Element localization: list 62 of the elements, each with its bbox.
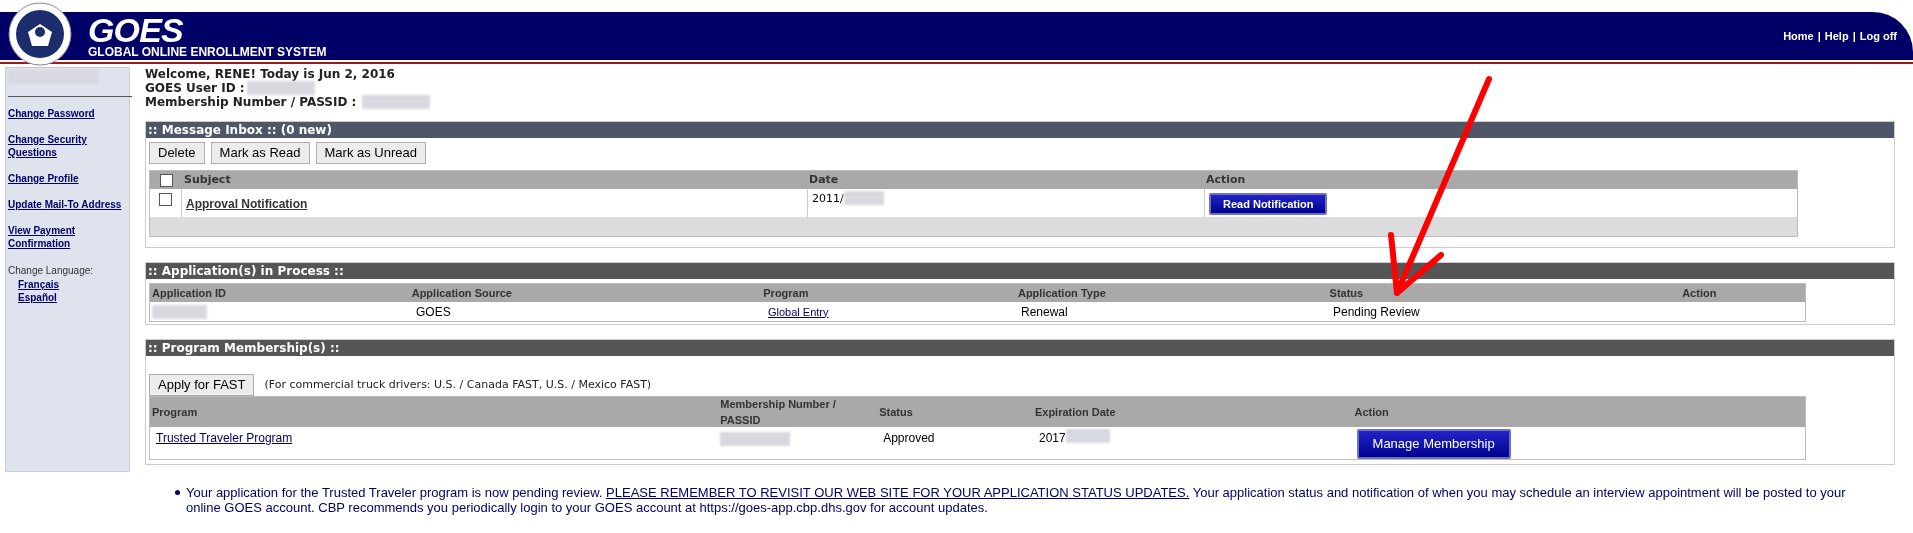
- column-header: Action: [1353, 404, 1390, 420]
- section-header: :: Message Inbox :: (0 new): [146, 122, 1894, 138]
- nav-link[interactable]: Home: [1783, 27, 1814, 45]
- checkbox[interactable]: [159, 193, 172, 206]
- application-status: Pending Review: [1333, 304, 1420, 319]
- program-link[interactable]: Trusted Traveler Program: [156, 431, 293, 445]
- redacted-value: [362, 95, 431, 109]
- redacted-value: [843, 191, 884, 205]
- toolbar-button[interactable]: Mark as Unread: [315, 142, 426, 164]
- redacted-value: [152, 305, 207, 320]
- checkbox[interactable]: [159, 173, 173, 187]
- redacted-value: [246, 81, 315, 95]
- nav-link[interactable]: Help: [1824, 27, 1849, 45]
- column-header: Application Type: [1016, 285, 1107, 301]
- membership-status: Approved: [883, 431, 935, 445]
- section-header: :: Program Membership(s) ::: [146, 340, 1894, 356]
- redacted-value: [720, 431, 791, 446]
- sidebar-link[interactable]: Change Security Questions: [8, 133, 127, 159]
- column-header: Status: [878, 404, 914, 420]
- separator: |: [1852, 28, 1856, 44]
- status-notice: Your application for the Trusted Traveler program is now pending review. PLEASE REMEMBER TO REVISIT OUR WEB SITE FOR YOUR APPLICATION STATUS UPDATES. Your application status and notification of when you may schedule an interview appointment will be posted to your online GOES account. CBP recommends you periodically login to your GOES account at https://goes-app.cbp.dhs.gov for account updates.: [186, 485, 1847, 515]
- toolbar-button[interactable]: Delete: [149, 142, 205, 164]
- separator: |: [1817, 28, 1821, 44]
- apply-button[interactable]: Apply for FAST: [149, 374, 255, 396]
- language-link[interactable]: Español: [18, 291, 127, 304]
- sidebar-link[interactable]: Change Password: [8, 107, 127, 120]
- redacted-value: [1065, 429, 1110, 443]
- column-header: Program: [151, 404, 199, 420]
- column-header: Application Source: [410, 285, 513, 301]
- logo-subtitle: GLOBAL ONLINE ENROLLMENT SYSTEM: [88, 45, 327, 59]
- welcome-text: Welcome, RENE! Today is Jun 2, 2016: [145, 67, 396, 81]
- language-label: Change Language:: [8, 264, 95, 278]
- column-header: Action: [1681, 285, 1718, 301]
- column-header: Subject: [183, 171, 232, 188]
- language-link[interactable]: Français: [18, 278, 127, 291]
- sidebar-link[interactable]: Change Profile: [8, 172, 127, 185]
- application-source: GOES: [416, 304, 451, 319]
- column-header: Program: [762, 285, 810, 301]
- expiration-date: 2017: [1038, 430, 1066, 447]
- column-header: Expiration Date: [1033, 404, 1117, 420]
- nav-link[interactable]: Log off: [1859, 27, 1897, 45]
- section-header: :: Application(s) in Process ::: [146, 263, 1894, 279]
- action-button[interactable]: Manage Membership: [1356, 429, 1511, 459]
- column-header: Date: [808, 171, 840, 188]
- column-header: Application ID: [151, 285, 227, 301]
- sidebar-link[interactable]: Update Mail-To Address: [8, 198, 127, 211]
- column-header: Status: [1328, 285, 1365, 301]
- logo: GOES: [88, 13, 183, 46]
- user-id-label: GOES User ID :: [145, 81, 245, 95]
- bullet-icon: [175, 490, 180, 495]
- toolbar-button[interactable]: Mark as Read: [210, 142, 310, 164]
- sidebar-link[interactable]: View Payment Confirmation: [8, 224, 127, 250]
- action-button[interactable]: Read Notification: [1209, 193, 1328, 216]
- fast-note: (For commercial truck drivers: U.S. / Canada FAST, U.S. / Mexico FAST): [264, 376, 652, 393]
- message-date: 2011/: [812, 191, 844, 207]
- column-header: Action: [1205, 171, 1247, 188]
- notice-link[interactable]: PLEASE REMEMBER TO REVISIT OUR WEB SITE FOR YOUR APPLICATION STATUS UPDATES.: [606, 485, 1190, 500]
- column-header: Membership Number / PASSID: [719, 396, 837, 428]
- membership-label: Membership Number / PASSID :: [145, 95, 357, 109]
- program-link[interactable]: Global Entry: [768, 305, 829, 318]
- message-subject-link[interactable]: Approval Notification: [186, 197, 308, 211]
- application-type: Renewal: [1021, 304, 1068, 319]
